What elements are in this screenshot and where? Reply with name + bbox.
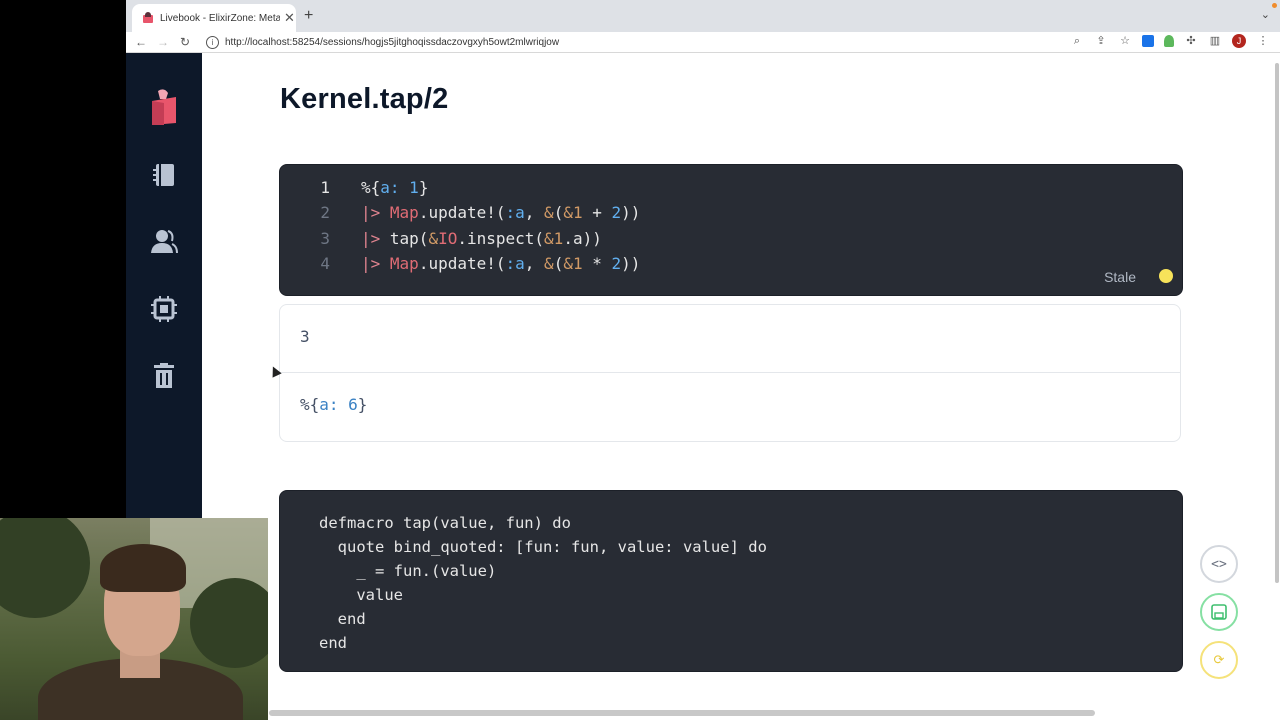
vertical-scrollbar[interactable] [1258,53,1280,720]
webcam-person-hair [100,544,186,592]
line-number: 1 [320,178,330,197]
code-source: defmacro tap(value, fun) do quote bind_q… [319,514,767,652]
tab-search-chevron-icon[interactable]: ⌄ [1261,8,1270,21]
notebook-outline-icon[interactable] [150,161,178,189]
bookmark-star-icon[interactable]: ☆ [1118,34,1132,48]
code-token: ( [553,203,564,223]
code-token: |> [361,253,390,273]
code-token: Map [389,203,419,223]
evaluation-result: %{a: 6} [300,395,367,414]
code-zen-button[interactable]: <> [1200,545,1238,583]
livebook-favicon-icon [142,12,154,24]
code-token: &1 [563,203,583,223]
livebook-logo-icon[interactable] [146,87,182,127]
line-number: 3 [320,228,330,248]
code-token: , [524,253,545,273]
site-info-icon[interactable]: i [206,35,219,49]
side-panel-icon[interactable]: ▥ [1208,34,1222,48]
share-icon[interactable]: ⇪ [1094,34,1108,48]
close-tab-icon[interactable]: ✕ [284,10,295,26]
output-divider [280,372,1180,373]
tab-title: Livebook - ElixirZone: Metapro [160,12,280,24]
recording-indicator-icon [1272,3,1277,8]
users-icon[interactable] [150,228,178,256]
browser-window: Livebook - ElixirZone: Metapro ✕ + ⌄ ← →… [126,0,1280,720]
code-token: |> [361,203,390,223]
code-token: .update!( [418,253,506,273]
code-text: |> tap(&IO.inspect(&1.a)) [361,229,602,248]
code-token: &1 [544,228,564,248]
result-suffix: } [357,395,368,414]
code-token: &1 [563,253,583,273]
notebook-content: Kernel.tap/2 Stale 1 %{a: 1} 2 |> Map.updat… [202,53,1256,708]
webcam-foliage [0,518,90,618]
code-cell-editor[interactable]: Stale 1 %{a: 1} 2 |> Map.update!(:a, &(&1 +… [279,164,1183,296]
stale-status-indicator-icon [1159,269,1173,283]
extensions-puzzle-icon[interactable]: ✣ [1184,34,1198,48]
code-token: * [582,253,612,273]
code-token: & [544,203,554,223]
forward-icon[interactable]: → [152,35,174,49]
reload-icon[interactable]: ↻ [174,35,196,49]
code-token: 2 [611,203,622,223]
line-number: 2 [320,203,330,223]
result-prefix: %{ [300,395,320,414]
profile-avatar[interactable]: J [1232,34,1246,48]
tab-strip: Livebook - ElixirZone: Metapro ✕ + ⌄ [126,0,1280,32]
code-token: .inspect( [457,228,545,248]
horizontal-scrollbar[interactable] [269,710,1095,716]
code-token: )) [621,203,641,223]
reevaluate-button[interactable]: ⟳ [1200,641,1238,679]
code-text: %{a: 1} [361,178,428,197]
bin-trash-icon[interactable] [150,362,178,390]
extension-icon[interactable] [1164,35,1174,47]
save-icon [1211,604,1227,620]
code-token: 2 [611,253,622,273]
cell-output: 3 %{a: 6} [279,304,1181,442]
zoom-icon[interactable]: ⌕ [1070,34,1084,48]
code-token: & [428,228,439,248]
code-token: .a)) [563,228,602,248]
code-text: |> Map.update!(:a, &(&1 * 2)) [361,254,640,273]
code-text: |> Map.update!(:a, &(&1 + 2)) [361,203,640,222]
result-key: a: [319,395,339,414]
webcam-overlay [0,518,268,720]
code-token: )) [621,253,641,273]
browser-toolbar: ← → ↻ i http://localhost:58254/sessions/… [126,32,1280,53]
code-token: IO [438,228,458,248]
browser-tab[interactable]: Livebook - ElixirZone: Metapro ✕ [132,4,296,32]
webcam-foliage [190,578,268,668]
code-token: :a [505,253,525,273]
code-token: a: [380,178,400,197]
address-bar[interactable]: http://localhost:58254/sessions/hogjs5ji… [225,37,559,48]
code-token: Map [389,253,419,273]
browser-menu-icon[interactable]: ⋮ [1256,34,1270,48]
stdout-output: 3 [300,327,310,346]
code-token: , [524,203,545,223]
code-token: } [418,178,429,197]
code-cell-editor[interactable]: defmacro tap(value, fun) do quote bind_q… [279,490,1183,672]
code-token: 1 [409,178,419,197]
code-token: |> [361,228,390,248]
code-token: tap( [389,228,429,248]
runtime-cpu-icon[interactable] [150,295,178,323]
result-value: 6 [338,395,358,414]
save-button[interactable] [1200,593,1238,631]
scroll-thumb[interactable] [1275,63,1279,583]
code-token: .update!( [418,203,506,223]
cell-status-label: Stale [1104,269,1136,285]
code-token: %{ [361,178,381,197]
line-number: 4 [320,253,330,273]
new-tab-button[interactable]: + [304,7,313,25]
section-title[interactable]: Kernel.tap/2 [280,83,448,116]
code-token: & [544,253,554,273]
code-token: + [582,203,612,223]
code-token: :a [505,203,525,223]
code-token: ( [553,253,564,273]
extension-icon[interactable] [1142,35,1154,47]
back-icon[interactable]: ← [130,35,152,49]
